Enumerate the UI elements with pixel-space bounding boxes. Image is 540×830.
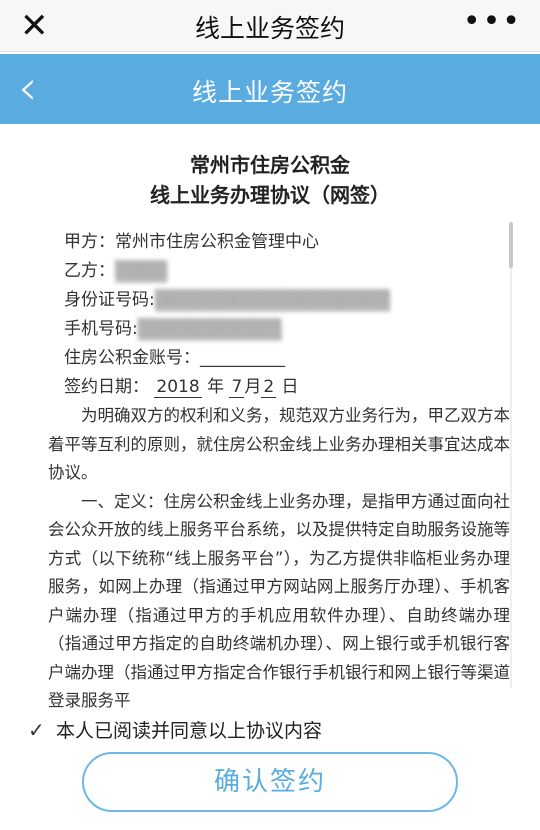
sign-month: 7: [229, 377, 245, 398]
scrollbar-track: [510, 268, 512, 688]
window-title: 线上业务签约: [194, 14, 345, 43]
agreement-content[interactable]: 常州市住房公积金 线上业务办理协议（网签） 甲方：常州市住房公积金管理中心 乙方…: [0, 124, 540, 716]
day-unit: 日: [281, 377, 299, 397]
account-value: __________: [200, 348, 285, 368]
phone-label: 手机号码:: [64, 319, 138, 339]
month-unit: 月: [244, 377, 262, 397]
account-label: 住房公积金账号：: [64, 348, 200, 368]
party-a-label: 甲方：: [64, 232, 115, 252]
phone-value: ▒▒▒▒▒▒▒▒▒▒▒: [137, 319, 282, 340]
party-b-row: 乙方：▒▒▒▒: [64, 257, 540, 286]
doc-title-line1: 常州市住房公积金: [190, 153, 350, 177]
more-options-icon[interactable]: •••: [463, 4, 522, 39]
sign-year: 2018: [154, 377, 202, 398]
account-row: 住房公积金账号：__________: [64, 344, 540, 373]
party-a-row: 甲方：常州市住房公积金管理中心: [64, 228, 540, 257]
year-unit: 年: [207, 377, 225, 397]
id-number-value: ▒▒▒▒▒▒▒▒▒▒▒▒▒▒▒▒▒▒: [154, 290, 391, 311]
paragraph-intro: 为明确双方的权利和义务，规范双方业务行为，甲乙双方本着平等互利的原则，就住房公积…: [48, 406, 510, 482]
scrollbar-thumb[interactable]: [509, 222, 513, 268]
page-nav-bar: ‹ 线上业务签约: [0, 54, 540, 124]
party-b-value: ▒▒▒▒: [115, 261, 168, 282]
party-b-label: 乙方：: [64, 261, 115, 281]
sign-date-label: 签约日期：: [64, 377, 149, 397]
agreement-checkbox-row[interactable]: ✓ 本人已阅读并同意以上协议内容: [28, 716, 322, 746]
id-number-row: 身份证号码:▒▒▒▒▒▒▒▒▒▒▒▒▒▒▒▒▒▒: [64, 286, 540, 315]
confirm-sign-button[interactable]: 确认签约: [82, 752, 458, 812]
doc-title-line2: 线上业务办理协议（网签）: [150, 183, 390, 207]
wechat-top-bar: ✕ 线上业务签约 •••: [0, 0, 540, 52]
paragraph-definition: 一、定义：住房公积金线上业务办理，是指甲方通过面向社会公众开放的线上服务平台系统…: [48, 491, 510, 711]
check-icon[interactable]: ✓: [28, 718, 56, 742]
sign-date-row: 签约日期： 2018 年 7月2 日: [64, 373, 540, 402]
agreement-text: 本人已阅读并同意以上协议内容: [56, 720, 323, 742]
party-fields: 甲方：常州市住房公积金管理中心 乙方：▒▒▒▒ 身份证号码:▒▒▒▒▒▒▒▒▒▒…: [64, 228, 540, 402]
id-number-label: 身份证号码:: [64, 290, 155, 310]
party-a-value: 常州市住房公积金管理中心: [115, 232, 319, 252]
phone-row: 手机号码:▒▒▒▒▒▒▒▒▒▒▒: [64, 315, 540, 344]
page-title: 线上业务签约: [191, 78, 348, 107]
sign-day: 2: [261, 377, 277, 398]
